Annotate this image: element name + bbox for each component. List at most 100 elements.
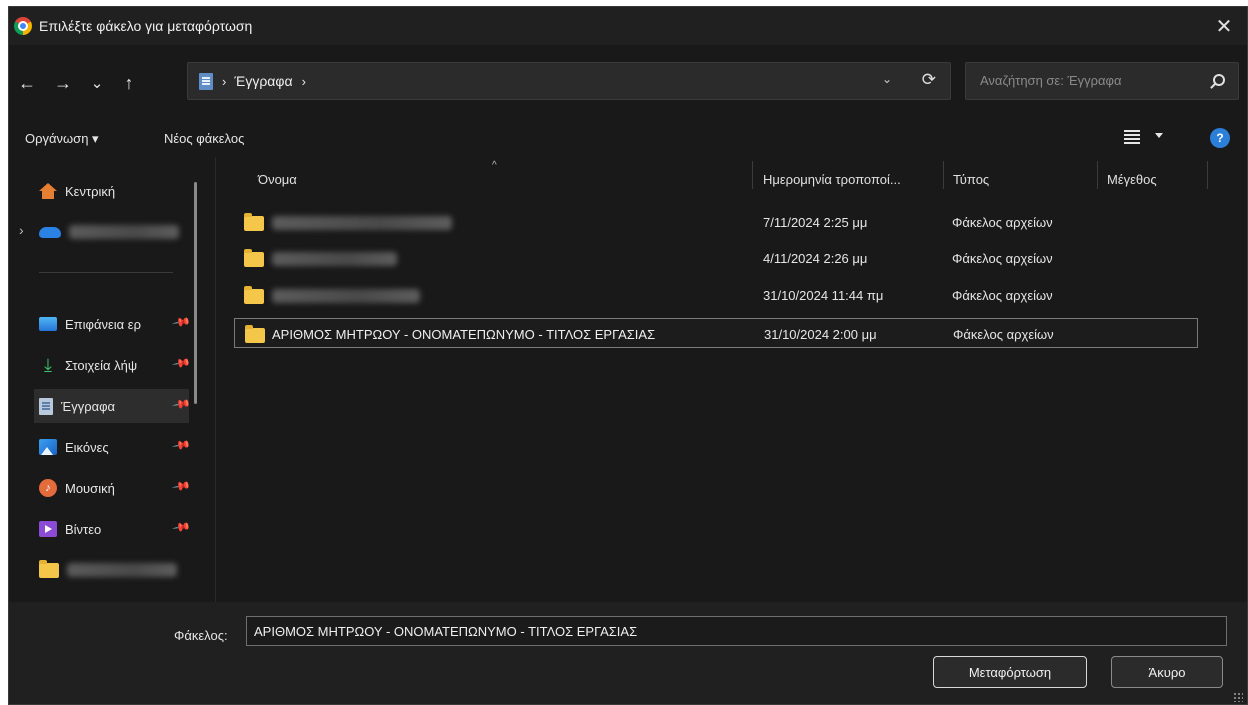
sidebar-item-videos[interactable]: Βίντεο 📌 bbox=[39, 512, 192, 546]
back-button[interactable]: ← bbox=[15, 71, 39, 95]
help-icon[interactable]: ? bbox=[1210, 128, 1230, 148]
close-button[interactable]: ✕ bbox=[1201, 7, 1247, 45]
redacted-file-name bbox=[272, 289, 420, 303]
folder-icon bbox=[244, 249, 264, 267]
view-options-icon[interactable] bbox=[1124, 130, 1140, 144]
home-icon bbox=[39, 183, 57, 199]
up-arrow-icon: ↑ bbox=[124, 72, 134, 93]
file-dialog: Επιλέξτε φάκελο για μεταφόρτωση ✕ ← → ⌄ … bbox=[8, 6, 1248, 705]
command-bar: Οργάνωση ▾ Νέος φάκελος ? bbox=[9, 119, 1247, 157]
navigation-bar: ← → ⌄ ↑ › Έγγραφα › ⌄ ⟳ Αναζήτηση σε: Έγ… bbox=[9, 45, 1247, 119]
column-header-modified[interactable]: Ημερομηνία τροποποί... bbox=[763, 157, 901, 201]
sidebar-item-label: Βίντεο bbox=[65, 521, 102, 537]
column-header-size[interactable]: Μέγεθος bbox=[1107, 157, 1157, 201]
file-type: Φάκελος αρχείων bbox=[952, 215, 1053, 230]
pin-icon[interactable]: 📌 bbox=[171, 435, 191, 455]
pin-icon[interactable]: 📌 bbox=[171, 394, 191, 414]
address-dropdown-icon[interactable]: ⌄ bbox=[882, 72, 892, 86]
redacted-file-name bbox=[272, 252, 397, 266]
sidebar-item-documents[interactable]: Έγγραφα 📌 bbox=[34, 389, 192, 423]
folder-name-input[interactable] bbox=[246, 616, 1227, 646]
navigation-pane: Κεντρική › Επιφάνεια ερ 📌 ⤓ Στοιχεία λήψ… bbox=[9, 157, 215, 602]
column-header-name[interactable]: Όνομα bbox=[258, 157, 297, 201]
column-separator[interactable] bbox=[943, 161, 944, 189]
folder-icon bbox=[244, 286, 264, 304]
sidebar-item-home[interactable]: Κεντρική bbox=[39, 174, 189, 208]
file-row-selected[interactable]: ΑΡΙΘΜΟΣ ΜΗΤΡΩΟΥ - ΟΝΟΜΑΤΕΠΩΝΥΜΟ - ΤΙΤΛΟΣ… bbox=[234, 318, 1198, 348]
pictures-icon bbox=[39, 439, 57, 455]
file-modified: 31/10/2024 2:00 μμ bbox=[764, 327, 877, 342]
file-row[interactable]: 7/11/2024 2:25 μμ Φάκελος αρχείων bbox=[234, 207, 1198, 237]
organize-menu[interactable]: Οργάνωση ▾ bbox=[25, 131, 99, 147]
chevron-down-icon: ⌄ bbox=[90, 75, 104, 92]
sidebar-item-onedrive[interactable] bbox=[39, 215, 189, 249]
sidebar-item-label: Επιφάνεια ερ bbox=[65, 316, 141, 332]
sidebar-item-desktop[interactable]: Επιφάνεια ερ 📌 bbox=[39, 307, 192, 341]
window-title: Επιλέξτε φάκελο για μεταφόρτωση bbox=[39, 18, 253, 34]
onedrive-icon bbox=[39, 226, 61, 238]
file-modified: 7/11/2024 2:25 μμ bbox=[763, 215, 868, 230]
search-icon[interactable] bbox=[1213, 74, 1225, 86]
sidebar-item-music[interactable]: ♪ Μουσική 📌 bbox=[39, 471, 192, 505]
pin-icon[interactable]: 📌 bbox=[171, 476, 191, 496]
redacted-file-name bbox=[272, 216, 452, 230]
sidebar-item-label: Έγγραφα bbox=[61, 398, 116, 414]
file-type: Φάκελος αρχείων bbox=[952, 251, 1053, 266]
desktop-icon bbox=[39, 317, 57, 331]
back-arrow-icon: ← bbox=[18, 72, 36, 93]
sidebar-item-folder[interactable] bbox=[39, 553, 189, 587]
sidebar-item-label: Στοιχεία λήψ bbox=[65, 357, 138, 373]
file-modified: 31/10/2024 11:44 πμ bbox=[763, 288, 884, 303]
up-button[interactable]: ↑ bbox=[117, 71, 141, 95]
dialog-footer: Φάκελος: Μεταφόρτωση Άκυρο bbox=[9, 602, 1247, 704]
refresh-icon[interactable]: ⟳ bbox=[922, 70, 936, 90]
file-row[interactable]: 31/10/2024 11:44 πμ Φάκελος αρχείων bbox=[234, 280, 1198, 310]
pin-icon[interactable]: 📌 bbox=[171, 353, 191, 373]
view-dropdown-icon[interactable] bbox=[1155, 133, 1163, 138]
documents-icon bbox=[39, 397, 53, 415]
forward-button[interactable]: → bbox=[51, 71, 75, 95]
redacted-label bbox=[67, 563, 177, 577]
breadcrumb-chevron-icon: › bbox=[222, 73, 227, 89]
address-bar[interactable]: › Έγγραφα › ⌄ ⟳ bbox=[187, 62, 951, 100]
sidebar-item-label: Κεντρική bbox=[65, 183, 116, 199]
recent-locations-button[interactable]: ⌄ bbox=[85, 71, 109, 95]
file-list: ^ Όνομα Ημερομηνία τροποποί... Τύπος Μέγ… bbox=[215, 157, 1247, 602]
redacted-label bbox=[69, 225, 179, 239]
sort-ascending-icon: ^ bbox=[492, 160, 497, 171]
column-separator[interactable] bbox=[1097, 161, 1098, 189]
folder-icon bbox=[39, 559, 59, 578]
file-type: Φάκελος αρχείων bbox=[952, 288, 1053, 303]
column-separator[interactable] bbox=[752, 161, 753, 189]
folder-field-label: Φάκελος: bbox=[174, 628, 228, 643]
sidebar-item-downloads[interactable]: ⤓ Στοιχεία λήψ 📌 bbox=[39, 348, 192, 382]
column-header-type[interactable]: Τύπος bbox=[953, 157, 989, 201]
column-separator[interactable] bbox=[1207, 161, 1208, 189]
folder-icon bbox=[244, 213, 264, 231]
chrome-icon bbox=[14, 17, 32, 35]
upload-button[interactable]: Μεταφόρτωση bbox=[933, 656, 1087, 688]
file-row[interactable]: 4/11/2024 2:26 μμ Φάκελος αρχείων bbox=[234, 243, 1198, 273]
title-bar: Επιλέξτε φάκελο για μεταφόρτωση ✕ bbox=[9, 7, 1247, 45]
expand-chevron-icon[interactable]: › bbox=[19, 222, 24, 238]
search-placeholder: Αναζήτηση σε: Έγγραφα bbox=[980, 73, 1122, 88]
sidebar-item-label: Μουσική bbox=[65, 480, 115, 496]
breadcrumb-documents[interactable]: Έγγραφα bbox=[234, 73, 292, 89]
breadcrumb-chevron-icon[interactable]: › bbox=[302, 74, 306, 89]
folder-icon bbox=[245, 325, 265, 343]
music-icon: ♪ bbox=[39, 479, 57, 497]
forward-arrow-icon: → bbox=[54, 72, 72, 93]
cancel-button[interactable]: Άκυρο bbox=[1111, 656, 1223, 688]
video-icon bbox=[39, 521, 57, 537]
sidebar-scrollbar[interactable] bbox=[194, 182, 197, 404]
sidebar-divider bbox=[39, 272, 173, 273]
pin-icon[interactable]: 📌 bbox=[171, 312, 191, 332]
new-folder-button[interactable]: Νέος φάκελος bbox=[164, 131, 244, 146]
sidebar-item-pictures[interactable]: Εικόνες 📌 bbox=[39, 430, 192, 464]
pin-icon[interactable]: 📌 bbox=[171, 517, 191, 537]
file-name: ΑΡΙΘΜΟΣ ΜΗΤΡΩΟΥ - ΟΝΟΜΑΤΕΠΩΝΥΜΟ - ΤΙΤΛΟΣ… bbox=[272, 327, 656, 342]
resize-grip-icon[interactable] bbox=[1233, 692, 1243, 702]
search-input[interactable]: Αναζήτηση σε: Έγγραφα bbox=[965, 62, 1239, 100]
documents-icon bbox=[199, 72, 213, 90]
close-icon: ✕ bbox=[1215, 15, 1233, 38]
